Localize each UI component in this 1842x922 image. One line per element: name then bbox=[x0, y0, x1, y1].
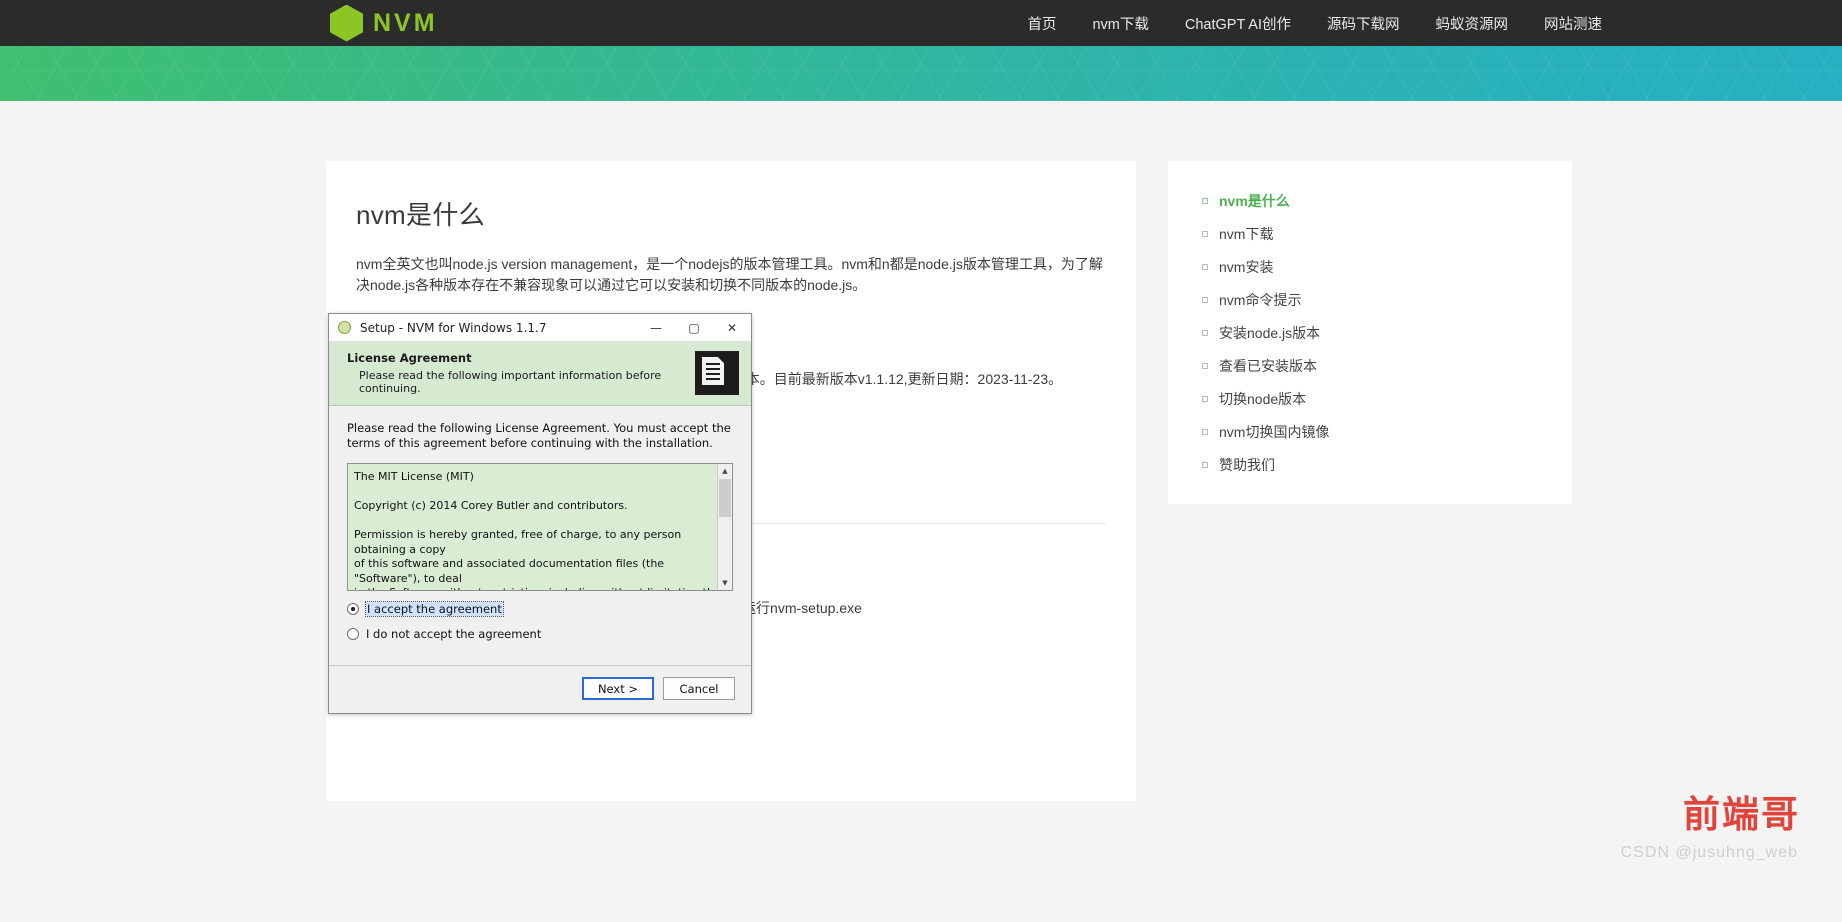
minimize-icon[interactable]: — bbox=[637, 314, 675, 342]
toc-label: nvm命令提示 bbox=[1219, 292, 1302, 308]
installer-titlebar[interactable]: Setup - NVM for Windows 1.1.7 — ▢ ✕ bbox=[329, 314, 751, 342]
bullet-icon bbox=[1202, 396, 1208, 402]
radio-decline-agreement[interactable]: I do not accept the agreement bbox=[347, 627, 733, 641]
installer-window: Setup - NVM for Windows 1.1.7 — ▢ ✕ Lice… bbox=[328, 313, 752, 714]
scroll-up-icon[interactable]: ▲ bbox=[718, 464, 732, 478]
wizard-header: License Agreement Please read the follow… bbox=[329, 342, 751, 406]
watermark-attribution: CSDN @jusuhng_web bbox=[1620, 844, 1798, 861]
main-navigation: 首页 nvm下载 ChatGPT AI创作 源码下载网 蚂蚁资源网 网站测速 bbox=[1027, 13, 1602, 34]
section-title-what-is-nvm: nvm是什么 bbox=[356, 200, 485, 230]
scrollbar-track[interactable] bbox=[718, 517, 732, 576]
maximize-icon[interactable]: ▢ bbox=[675, 314, 713, 342]
toc-label: 查看已安装版本 bbox=[1219, 358, 1317, 374]
window-controls: — ▢ ✕ bbox=[637, 314, 751, 342]
article-card: nvm是什么 nvm全英文也叫node.js version managemen… bbox=[326, 161, 1136, 801]
radio-decline-label: I do not accept the agreement bbox=[366, 627, 542, 641]
toc-label: 赞助我们 bbox=[1219, 457, 1275, 473]
bullet-icon bbox=[1202, 363, 1208, 369]
radio-button-accept-icon bbox=[347, 603, 359, 615]
wizard-heading: License Agreement bbox=[347, 351, 472, 365]
toc-label: 切换node版本 bbox=[1219, 391, 1307, 407]
scroll-down-icon[interactable]: ▼ bbox=[718, 576, 732, 590]
bullet-icon bbox=[1202, 231, 1208, 237]
nav-item-source-download[interactable]: 源码下载网 bbox=[1327, 13, 1400, 34]
toc-label: nvm是什么 bbox=[1219, 193, 1290, 209]
nav-item-nvm-download[interactable]: nvm下载 bbox=[1092, 13, 1148, 34]
bullet-icon bbox=[1202, 264, 1208, 270]
toc-label: nvm下载 bbox=[1219, 226, 1274, 242]
toc-item-install-node-version[interactable]: 安装node.js版本 bbox=[1194, 317, 1546, 350]
license-scrollbar[interactable]: ▲ ▼ bbox=[717, 464, 732, 590]
toc-item-switch-mirror[interactable]: nvm切换国内镜像 bbox=[1194, 416, 1546, 449]
toc-item-what-is-nvm[interactable]: nvm是什么 bbox=[1194, 185, 1546, 218]
site-header: NVM 首页 nvm下载 ChatGPT AI创作 源码下载网 蚂蚁资源网 网站… bbox=[0, 0, 1842, 46]
bullet-icon bbox=[1202, 429, 1208, 435]
radio-accept-label: I accept the agreement bbox=[365, 601, 504, 617]
nav-item-chatgpt-ai[interactable]: ChatGPT AI创作 bbox=[1185, 13, 1291, 34]
table-of-contents: nvm是什么 nvm下载 nvm安装 nvm命令提示 安装node.js版本 查… bbox=[1168, 161, 1572, 504]
toc-label: nvm安装 bbox=[1219, 259, 1274, 275]
wizard-header-text: License Agreement Please read the follow… bbox=[347, 351, 695, 395]
page-body: nvm是什么 nvm全英文也叫node.js version managemen… bbox=[0, 101, 1842, 801]
nav-item-ant-resources[interactable]: 蚂蚁资源网 bbox=[1436, 13, 1509, 34]
toc-label: 安装node.js版本 bbox=[1219, 325, 1321, 341]
toc-item-nvm-commands[interactable]: nvm命令提示 bbox=[1194, 284, 1546, 317]
wizard-subheading: Please read the following important info… bbox=[359, 369, 662, 395]
hero-banner bbox=[0, 46, 1842, 101]
bullet-icon bbox=[1202, 462, 1208, 468]
document-page-icon bbox=[695, 351, 739, 395]
radio-accept-agreement[interactable]: I accept the agreement bbox=[347, 601, 733, 617]
toc-item-nvm-install[interactable]: nvm安装 bbox=[1194, 251, 1546, 284]
toc-label: nvm切换国内镜像 bbox=[1219, 424, 1330, 440]
close-icon[interactable]: ✕ bbox=[713, 314, 751, 342]
bullet-icon bbox=[1202, 330, 1208, 336]
bullet-icon bbox=[1202, 198, 1208, 204]
hexagon-logo-icon bbox=[330, 4, 363, 42]
setup-app-icon bbox=[338, 321, 351, 334]
installer-window-title: Setup - NVM for Windows 1.1.7 bbox=[360, 320, 547, 335]
license-intro-text: Please read the following License Agreem… bbox=[347, 421, 731, 450]
license-text-content: The MIT License (MIT) Copyright (c) 2014… bbox=[354, 470, 721, 590]
wizard-footer: Next > Cancel bbox=[329, 665, 751, 713]
brand-logo[interactable]: NVM bbox=[330, 4, 438, 42]
intro-paragraph: nvm全英文也叫node.js version management，是一个no… bbox=[356, 256, 1103, 293]
toc-item-sponsor-us[interactable]: 赞助我们 bbox=[1194, 449, 1546, 482]
cancel-button[interactable]: Cancel bbox=[663, 677, 735, 700]
toc-item-nvm-download[interactable]: nvm下载 bbox=[1194, 218, 1546, 251]
scrollbar-thumb[interactable] bbox=[719, 479, 731, 517]
page-root: NVM 首页 nvm下载 ChatGPT AI创作 源码下载网 蚂蚁资源网 网站… bbox=[0, 0, 1842, 922]
brand-name: NVM bbox=[373, 8, 438, 37]
radio-button-decline-icon bbox=[347, 628, 359, 640]
next-button[interactable]: Next > bbox=[582, 677, 654, 700]
wizard-body: Please read the following License Agreem… bbox=[329, 406, 751, 651]
license-textbox[interactable]: The MIT License (MIT) Copyright (c) 2014… bbox=[347, 463, 733, 591]
bullet-icon bbox=[1202, 297, 1208, 303]
nav-item-speed-test[interactable]: 网站测速 bbox=[1544, 13, 1602, 34]
toc-item-switch-node-version[interactable]: 切换node版本 bbox=[1194, 383, 1546, 416]
toc-item-view-installed-versions[interactable]: 查看已安装版本 bbox=[1194, 350, 1546, 383]
nav-item-home[interactable]: 首页 bbox=[1027, 13, 1056, 34]
